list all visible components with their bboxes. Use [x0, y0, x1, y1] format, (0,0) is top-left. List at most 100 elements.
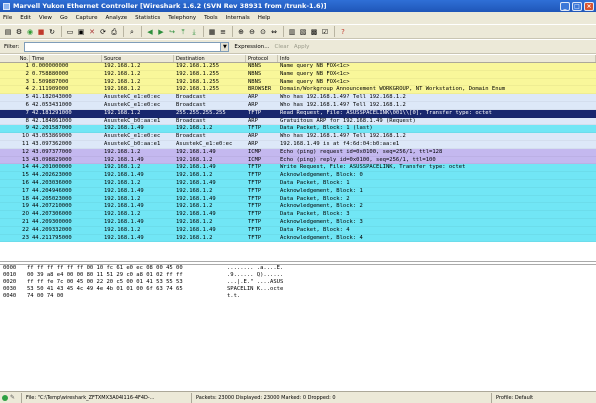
open-icon[interactable]: ▭ — [65, 27, 75, 37]
menu-statistics[interactable]: Statistics — [135, 15, 160, 21]
menu-capture[interactable]: Capture — [76, 15, 98, 21]
toolbar-separator — [203, 26, 204, 37]
zoom-in-icon[interactable]: ⊕ — [236, 27, 246, 37]
packet-row[interactable]: 4 2.111909000 192.168.1.2 192.168.1.255 BROW… — [0, 86, 596, 95]
apply-button[interactable]: Apply — [294, 44, 310, 50]
packet-time: 42.181291000 — [32, 109, 72, 116]
packet-row[interactable]: 10 43.053869000 AsustekC_e1:e0:ec Broadcast… — [0, 133, 596, 141]
packet-list[interactable]: No. Time Source Destination Protocol Info 1 0.… — [0, 55, 596, 262]
packet-number: 5 — [25, 94, 30, 101]
clear-button[interactable]: Clear — [275, 44, 289, 50]
column-header-source[interactable]: Source — [102, 55, 174, 62]
normal-size-icon[interactable]: ⊙ — [258, 27, 268, 37]
packet-time: 44.205023000 — [32, 195, 72, 202]
hex-ascii: ........ .a....E. — [227, 265, 284, 271]
resize-columns-icon[interactable]: ⇔ — [269, 27, 279, 37]
packet-time: 43.097362000 — [32, 140, 72, 147]
packet-row[interactable]: 13 43.098829000 192.168.1.49 192.168.1.2 ICM… — [0, 156, 596, 165]
packet-row[interactable]: 2 0.758880000 192.168.1.2 192.168.1.255 NBNS… — [0, 70, 596, 79]
packet-row[interactable]: 14 44.201000000 192.168.1.2 192.168.1.49 TFT… — [0, 164, 596, 173]
coloring-rules-icon[interactable]: ▩ — [309, 27, 319, 37]
find-icon[interactable]: ⌕ — [127, 27, 137, 37]
packet-destination: 192.168.1.49 — [176, 195, 216, 202]
close-file-icon[interactable]: ✕ — [87, 27, 97, 37]
packet-row[interactable]: 19 44.207210000 192.168.1.49 192.168.1.2 TFT… — [0, 203, 596, 212]
status-bar: ✎ File: "C:\Temp\wireshark_ZFTXMX3A04I11… — [0, 391, 596, 403]
filter-input[interactable] — [24, 41, 222, 52]
packet-protocol: ARP — [248, 117, 258, 124]
menu-telephony[interactable]: Telephony — [168, 15, 196, 21]
packet-row[interactable]: 16 44.203036000 192.168.1.2 192.168.1.49 TFT… — [0, 179, 596, 188]
chevron-down-icon[interactable]: ▼ — [221, 41, 230, 52]
status-profile[interactable]: Profile: Default — [491, 392, 596, 403]
stop-capture-icon[interactable]: ■ — [36, 27, 46, 37]
packet-row[interactable]: 18 44.205023000 192.168.1.2 192.168.1.49 TFT… — [0, 195, 596, 204]
last-packet-icon[interactable]: ⤓ — [189, 27, 199, 37]
display-filters-icon[interactable]: ▧ — [298, 27, 308, 37]
comment-edit-icon[interactable]: ✎ — [10, 394, 17, 401]
colorize-icon[interactable]: ▦ — [207, 27, 217, 37]
packet-row[interactable]: 12 43.097377000 192.168.1.2 192.168.1.49 ICM… — [0, 148, 596, 157]
packet-row[interactable]: 22 44.209332000 192.168.1.2 192.168.1.49 TFT… — [0, 226, 596, 235]
packet-row[interactable]: 15 44.202623000 192.168.1.49 192.168.1.2 TFT… — [0, 172, 596, 180]
help-icon[interactable]: ? — [338, 27, 348, 37]
menu-view[interactable]: View — [39, 15, 52, 21]
wireshark-app-icon — [3, 2, 10, 10]
capture-options-icon[interactable]: ⚙ — [14, 27, 24, 37]
list-interfaces-icon[interactable]: ▤ — [3, 27, 13, 37]
back-icon[interactable]: ◀ — [145, 27, 155, 37]
packet-source: 192.168.1.49 — [104, 156, 144, 163]
packet-protocol: TFTP — [248, 218, 262, 225]
capture-filters-icon[interactable]: ▥ — [287, 27, 297, 37]
packet-row[interactable]: 8 42.184861000 AsustekC_b0:aa:e1 Broadcast A… — [0, 117, 596, 126]
packet-row[interactable]: 23 44.211795000 192.168.1.49 192.168.1.2 TFT… — [0, 234, 596, 243]
menu-help[interactable]: Help — [258, 15, 271, 21]
maximize-icon[interactable]: □ — [572, 1, 582, 11]
packet-info: Name query NB FOX<1c> — [280, 63, 350, 69]
first-packet-icon[interactable]: ⤒ — [178, 27, 188, 37]
menu-edit[interactable]: Edit — [20, 15, 31, 21]
packet-row[interactable]: 7 42.181291000 192.168.1.2 255.255.255.255 T… — [0, 109, 596, 118]
minimize-icon[interactable]: _ — [560, 1, 570, 11]
reload-icon[interactable]: ⟳ — [98, 27, 108, 37]
start-capture-icon[interactable]: ◉ — [25, 27, 35, 37]
forward-icon[interactable]: ▶ — [156, 27, 166, 37]
column-header-destination[interactable]: Destination — [174, 55, 246, 62]
packet-row[interactable]: 17 44.204946000 192.168.1.49 192.168.1.2 TFT… — [0, 187, 596, 196]
packet-row[interactable]: 11 43.097362000 AsustekC_b0:aa:e1 AsustekC_… — [0, 140, 596, 149]
packet-protocol: TFTP — [248, 179, 262, 186]
hex-line: 0040 74 00 74 00 t.t. — [0, 293, 596, 300]
packet-row[interactable]: 9 42.201587000 192.168.1.49 192.168.1.2 TFTP… — [0, 125, 596, 134]
auto-scroll-icon[interactable]: ≡ — [218, 27, 228, 37]
packet-row[interactable]: 3 1.509887000 192.168.1.2 192.168.1.255 NBNS… — [0, 78, 596, 87]
packet-time: 44.209300000 — [32, 218, 72, 225]
zoom-out-icon[interactable]: ⊖ — [247, 27, 257, 37]
packet-row[interactable]: 6 42.053431000 AsustekC_e1:e0:ec Broadcast A… — [0, 101, 596, 110]
packet-source: 192.168.1.2 — [104, 179, 141, 186]
column-header-protocol[interactable]: Protocol — [246, 55, 278, 62]
print-icon[interactable]: ⎙ — [109, 27, 119, 37]
close-icon[interactable]: × — [584, 1, 594, 11]
expression-button[interactable]: Expression... — [234, 44, 269, 50]
menu-internals[interactable]: Internals — [226, 15, 250, 21]
menu-tools[interactable]: Tools — [204, 15, 218, 21]
menu-file[interactable]: File — [3, 15, 12, 21]
column-header-info[interactable]: Info — [278, 55, 596, 62]
expert-info-icon[interactable] — [2, 394, 8, 401]
menu-go[interactable]: Go — [60, 15, 68, 21]
packet-number: 4 — [25, 86, 30, 93]
column-header-time[interactable]: Time — [30, 55, 102, 62]
packet-source: 192.168.1.2 — [104, 164, 141, 171]
restart-capture-icon[interactable]: ↻ — [47, 27, 57, 37]
packet-bytes-pane[interactable]: 0000 ff ff ff ff ff ff 00 10 fc 61 e0 ec … — [0, 264, 596, 391]
packet-row[interactable]: 1 0.000000000 192.168.1.2 192.168.1.255 NBNS… — [0, 63, 596, 71]
packet-row[interactable]: 20 44.207306000 192.168.1.2 192.168.1.49 TFT… — [0, 211, 596, 219]
column-header-no[interactable]: No. — [0, 55, 30, 62]
go-to-icon[interactable]: ↪ — [167, 27, 177, 37]
packet-destination: 192.168.1.2 — [176, 156, 213, 163]
preferences-icon[interactable]: ☑ — [320, 27, 330, 37]
menu-analyze[interactable]: Analyze — [105, 15, 127, 21]
save-icon[interactable]: ▣ — [76, 27, 86, 37]
packet-row[interactable]: 21 44.209300000 192.168.1.49 192.168.1.2 TFT… — [0, 218, 596, 227]
packet-row[interactable]: 5 41.182043000 AsustekC_e1:e0:ec Broadcast A… — [0, 94, 596, 102]
